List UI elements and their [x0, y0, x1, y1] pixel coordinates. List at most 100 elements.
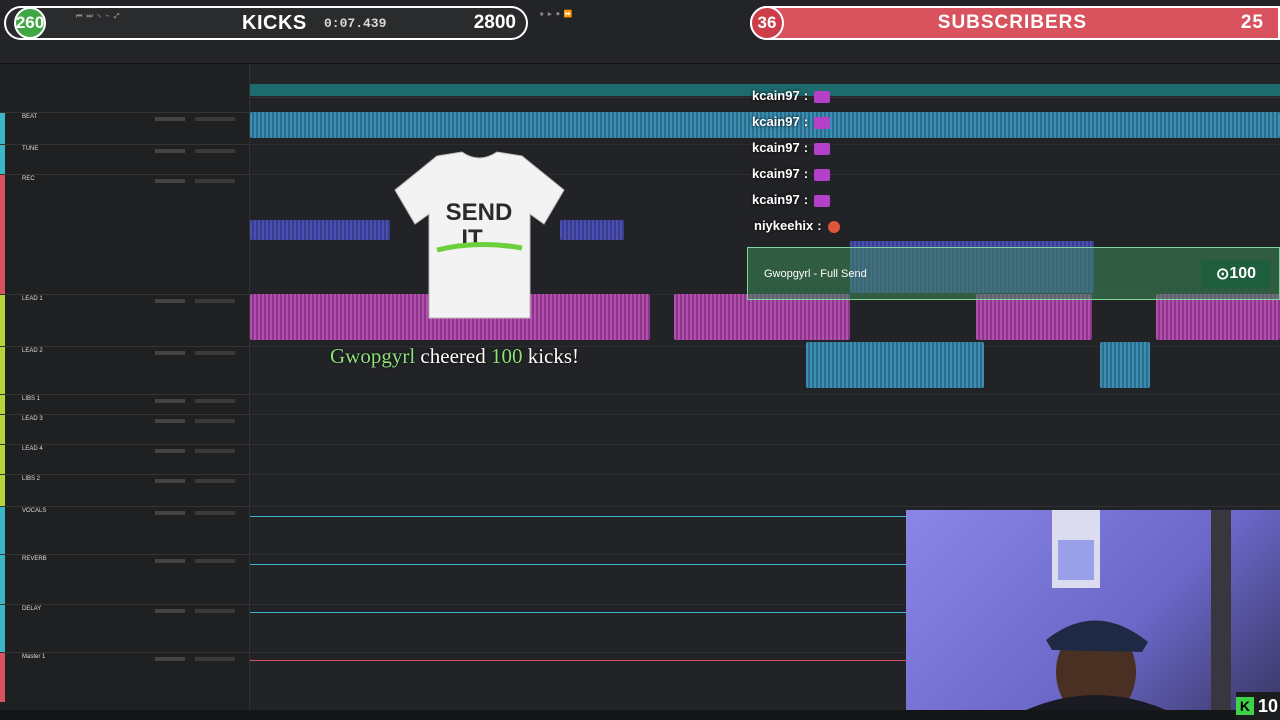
chat-message: niykeehix:	[754, 218, 840, 233]
track-header[interactable]: LIBS 2	[0, 474, 250, 506]
io-slot[interactable]	[195, 511, 235, 515]
track-name[interactable]: LEAD 1	[22, 296, 43, 302]
transport-controls-icon[interactable]: ⏮ ⏭ ✎ ✂ ⤢	[76, 12, 119, 21]
chat-emote-icon	[814, 194, 831, 207]
chat-username[interactable]: kcain97	[752, 192, 800, 207]
kicks-label: KICKS	[242, 11, 307, 34]
insert-slot[interactable]	[155, 479, 185, 483]
audio-clip[interactable]	[560, 220, 624, 240]
track-lane[interactable]	[250, 474, 1280, 506]
track-header[interactable]: TUNE	[0, 144, 250, 174]
audio-clip[interactable]	[1156, 294, 1280, 340]
track-name[interactable]: Master 1	[22, 654, 45, 660]
audio-clip[interactable]	[806, 342, 984, 388]
insert-slot[interactable]	[155, 351, 185, 355]
insert-slot[interactable]	[155, 511, 185, 515]
chat-message: kcain97:	[752, 114, 831, 129]
insert-slot[interactable]	[155, 179, 185, 183]
track-color-stripe	[0, 475, 5, 506]
io-slot[interactable]	[195, 351, 235, 355]
kick-logo-icon: K	[1236, 697, 1254, 715]
cheer-unit: kicks!	[527, 344, 580, 368]
track-header[interactable]: REVERB	[0, 554, 250, 604]
audio-clip[interactable]	[674, 294, 850, 340]
insert-slot[interactable]	[155, 299, 185, 303]
insert-slot[interactable]	[155, 559, 185, 563]
io-slot[interactable]	[195, 419, 235, 423]
transport-buttons[interactable]: ⏹ ▶ ⏺ ⏩	[540, 10, 573, 19]
send-it-shirt-image: SEND IT	[392, 150, 567, 322]
track-name[interactable]: REVERB	[22, 556, 47, 562]
subs-goal: 25	[1240, 12, 1264, 33]
io-slot[interactable]	[195, 399, 235, 403]
io-slot[interactable]	[195, 117, 235, 121]
chat-username[interactable]: kcain97	[752, 88, 800, 103]
merch-alert: Gwopgyrl - Full Send ⊙ 100	[747, 247, 1280, 300]
track-header[interactable]: DELAY	[0, 604, 250, 652]
io-slot[interactable]	[195, 479, 235, 483]
audio-clip[interactable]	[1100, 342, 1150, 388]
chat-emote-icon	[814, 168, 831, 181]
track-header[interactable]: VOCALS	[0, 506, 250, 554]
insert-slot[interactable]	[155, 449, 185, 453]
cheer-verb: cheered	[420, 344, 486, 368]
track-name[interactable]: TUNE	[22, 146, 38, 152]
insert-slot[interactable]	[155, 149, 185, 153]
track-name[interactable]: LIBS 2	[22, 476, 40, 482]
io-slot[interactable]	[195, 559, 235, 563]
transport-bar: 260 ⏮ ⏭ ✎ ✂ ⤢ KICKS 0:07.439 2800 ⏹ ▶ ⏺ …	[0, 0, 1280, 64]
chat-username[interactable]: kcain97	[752, 140, 800, 155]
chat-emote-icon	[814, 142, 831, 155]
io-slot[interactable]	[195, 449, 235, 453]
track-name[interactable]: DELAY	[22, 606, 41, 612]
track-name[interactable]: LIBS 1	[22, 396, 40, 402]
audio-clip[interactable]	[250, 220, 390, 240]
track-name[interactable]: LEAD 4	[22, 446, 43, 452]
kick-badge: K 10	[1236, 692, 1280, 720]
io-slot[interactable]	[195, 657, 235, 661]
track-header[interactable]: BEAT	[0, 112, 250, 144]
kicks-count-badge: 260	[14, 7, 46, 39]
insert-slot[interactable]	[155, 609, 185, 613]
status-bar	[0, 710, 1280, 720]
track-header[interactable]: LIBS 1	[0, 394, 250, 414]
track-lane[interactable]	[250, 444, 1280, 474]
subscribers-goal-bar: 36 SUBSCRIBERS 25	[750, 6, 1280, 40]
track-name[interactable]: REC	[22, 176, 35, 182]
chat-username[interactable]: niykeehix	[754, 218, 813, 233]
track-color-stripe	[0, 445, 5, 474]
track-color-stripe	[0, 295, 5, 346]
insert-slot[interactable]	[155, 419, 185, 423]
track-header[interactable]: LEAD 3	[0, 414, 250, 444]
chat-emote-icon	[814, 90, 831, 103]
track-header[interactable]: LEAD 4	[0, 444, 250, 474]
insert-slot[interactable]	[155, 117, 185, 121]
alert-amount-button: ⊙ 100	[1201, 259, 1271, 288]
track-header[interactable]: Master 1	[0, 652, 250, 702]
io-slot[interactable]	[195, 609, 235, 613]
chat-separator: :	[817, 218, 822, 233]
kicks-goal: 2800	[473, 12, 516, 33]
track-name[interactable]: VOCALS	[22, 508, 46, 514]
track-color-stripe	[0, 555, 5, 604]
track-lane[interactable]	[250, 414, 1280, 444]
track-lane[interactable]	[250, 394, 1280, 414]
io-slot[interactable]	[195, 299, 235, 303]
insert-slot[interactable]	[155, 657, 185, 661]
insert-slot[interactable]	[155, 399, 185, 403]
io-slot[interactable]	[195, 149, 235, 153]
track-color-stripe	[0, 113, 5, 144]
io-slot[interactable]	[195, 179, 235, 183]
track-header[interactable]: LEAD 1	[0, 294, 250, 346]
track-name[interactable]: BEAT	[22, 114, 37, 120]
chat-username[interactable]: kcain97	[752, 166, 800, 181]
chat-separator: :	[803, 140, 809, 155]
track-header[interactable]: REC	[0, 174, 250, 294]
track-name[interactable]: LEAD 2	[22, 348, 43, 354]
chat-message: kcain97:	[752, 166, 831, 181]
audio-clip[interactable]	[976, 294, 1092, 340]
track-name[interactable]: LEAD 3	[22, 416, 43, 422]
chat-message: kcain97:	[752, 192, 831, 207]
track-header[interactable]: LEAD 2	[0, 346, 250, 394]
chat-username[interactable]: kcain97	[752, 114, 800, 129]
